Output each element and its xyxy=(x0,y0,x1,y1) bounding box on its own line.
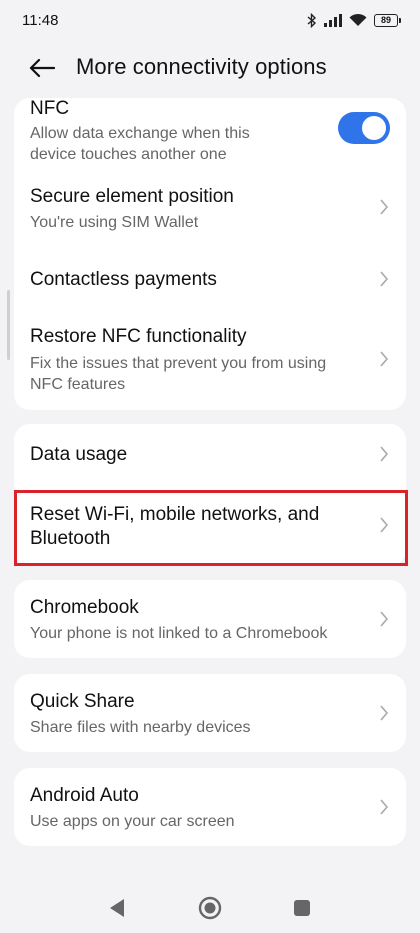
chevron-right-icon xyxy=(380,611,389,627)
chevron-right-icon xyxy=(380,351,389,367)
signal-icon xyxy=(324,13,342,27)
chromebook-subtitle: Your phone is not linked to a Chromebook xyxy=(30,625,328,642)
back-arrow-icon[interactable] xyxy=(26,52,58,84)
data-usage-row[interactable]: Data usage xyxy=(14,424,406,486)
restore-nfc-subtitle-line1: Fix the issues that prevent you from usi… xyxy=(30,355,327,372)
contactless-payments-row[interactable]: Contactless payments xyxy=(14,264,406,294)
app-header: More connectivity options xyxy=(0,44,420,90)
chromebook-card[interactable]: Chromebook Your phone is not linked to a… xyxy=(14,580,406,658)
android-auto-subtitle: Use apps on your car screen xyxy=(30,813,235,830)
chevron-right-icon xyxy=(380,705,389,721)
chevron-right-icon xyxy=(380,799,389,815)
android-auto-card[interactable]: Android Auto Use apps on your car screen xyxy=(14,768,406,846)
restore-nfc-title: Restore NFC functionality xyxy=(30,326,247,347)
nfc-toggle[interactable] xyxy=(338,112,390,144)
chevron-right-icon xyxy=(380,446,389,462)
nfc-row[interactable]: NFC Allow data exchange when this device… xyxy=(14,98,406,168)
restore-nfc-row[interactable]: Restore NFC functionality Fix the issues… xyxy=(14,324,406,398)
scroll-indicator xyxy=(7,290,10,360)
chevron-right-icon xyxy=(380,199,389,215)
status-time: 11:48 xyxy=(22,11,59,29)
nav-back-icon[interactable] xyxy=(108,898,126,918)
chromebook-title: Chromebook xyxy=(30,597,139,618)
nfc-title: NFC xyxy=(30,98,70,119)
chevron-right-icon xyxy=(380,271,389,287)
nfc-card: NFC Allow data exchange when this device… xyxy=(14,98,406,410)
wifi-icon xyxy=(349,13,367,27)
quick-share-card[interactable]: Quick Share Share files with nearby devi… xyxy=(14,674,406,752)
nfc-subtitle-line2: device touches another one xyxy=(30,146,227,163)
contactless-payments-title: Contactless payments xyxy=(30,269,217,290)
android-auto-title: Android Auto xyxy=(30,785,139,806)
nav-home-icon[interactable] xyxy=(198,896,222,920)
status-icons: 89 xyxy=(307,12,401,28)
toggle-knob xyxy=(362,116,386,140)
secure-element-row[interactable]: Secure element position You're using SIM… xyxy=(14,184,406,236)
restore-nfc-subtitle-line2: NFC features xyxy=(30,376,126,393)
bluetooth-icon xyxy=(307,12,317,28)
navigation-bar xyxy=(0,880,420,933)
data-usage-title: Data usage xyxy=(30,444,128,465)
status-bar: 11:48 89 xyxy=(0,0,420,40)
secure-element-subtitle: You're using SIM Wallet xyxy=(30,214,199,231)
nfc-subtitle-line1: Allow data exchange when this xyxy=(30,125,250,142)
page-title: More connectivity options xyxy=(76,54,327,79)
quick-share-subtitle: Share files with nearby devices xyxy=(30,719,251,736)
battery-icon: 89 xyxy=(374,13,401,27)
highlight-box xyxy=(14,490,408,566)
secure-element-title: Secure element position xyxy=(30,186,234,207)
quick-share-title: Quick Share xyxy=(30,691,135,712)
nav-recent-icon[interactable] xyxy=(293,899,311,917)
